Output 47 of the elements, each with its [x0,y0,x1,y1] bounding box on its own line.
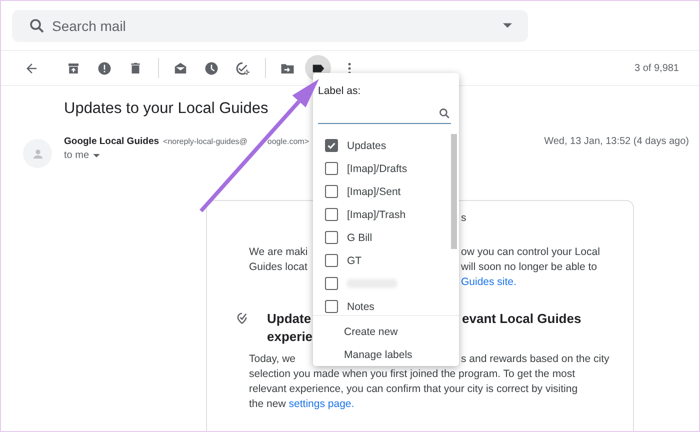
email-subject: Updates to your Local Guides [64,100,268,119]
body-text: ow you can control your Local [461,246,600,258]
sender-address: <noreply-local-guides@ [163,137,248,146]
sender-name: Google Local Guides [64,136,160,147]
sender-address: oogle.com> [267,137,309,146]
settings-link[interactable]: settings page. [288,398,354,410]
checkbox[interactable] [325,139,338,152]
label-name[interactable]: Notes [347,300,374,312]
recipient-dropdown[interactable]: to me [64,150,309,161]
body-text: Guides locat [249,260,308,272]
site-link[interactable]: Guides site. [461,276,516,288]
body-text: s [461,212,466,224]
body-text: Today, we [249,352,296,364]
label-name[interactable]: [Imap]/Drafts [347,162,408,174]
section-heading: experie [267,328,313,344]
section-heading: Update [267,310,312,326]
caret-icon[interactable] [93,154,100,158]
checkbox[interactable] [325,277,338,290]
checkbox[interactable] [325,300,338,313]
section-heading: evant Local Guides [462,310,582,326]
body-text: We are maki [249,246,308,258]
menu-action[interactable]: Manage labels [313,343,459,366]
body-text: selection you made when you first joined the program. To get the most [249,368,576,380]
label-name[interactable]: Updates [347,140,386,152]
search-icon [438,107,451,120]
page-count: 3 of 9,981 [634,62,679,74]
body-text: the new settings page. [249,398,354,410]
menu-action[interactable]: Create new [313,320,459,343]
checkbox[interactable] [325,208,338,221]
checkbox[interactable] [325,162,338,175]
menu-title: Label as: [318,85,362,97]
label-name[interactable]: [Imap]/Sent [347,186,401,198]
caret-icon[interactable] [503,23,512,29]
search-field[interactable]: Search mail [12,10,528,42]
body-text: relevant experience, you can confirm that your city is correct by visiting [249,382,578,394]
avatar-icon [23,139,52,168]
checkbox[interactable] [325,185,338,198]
search-icon [28,17,46,35]
scrollbar[interactable] [451,134,457,249]
label-name[interactable]: GT [347,254,362,266]
body-text: will soon no longer be able to [461,260,598,272]
label-name[interactable]: G Bill [347,232,372,244]
email-date: Wed, 13 Jan, 13:52 (4 days ago) [544,136,689,147]
body-text: s and rewards based on the city [461,352,610,364]
label-name[interactable]: [Imap]/Trash [347,208,406,220]
checkbox[interactable] [325,254,338,267]
checkbox[interactable] [325,231,338,244]
